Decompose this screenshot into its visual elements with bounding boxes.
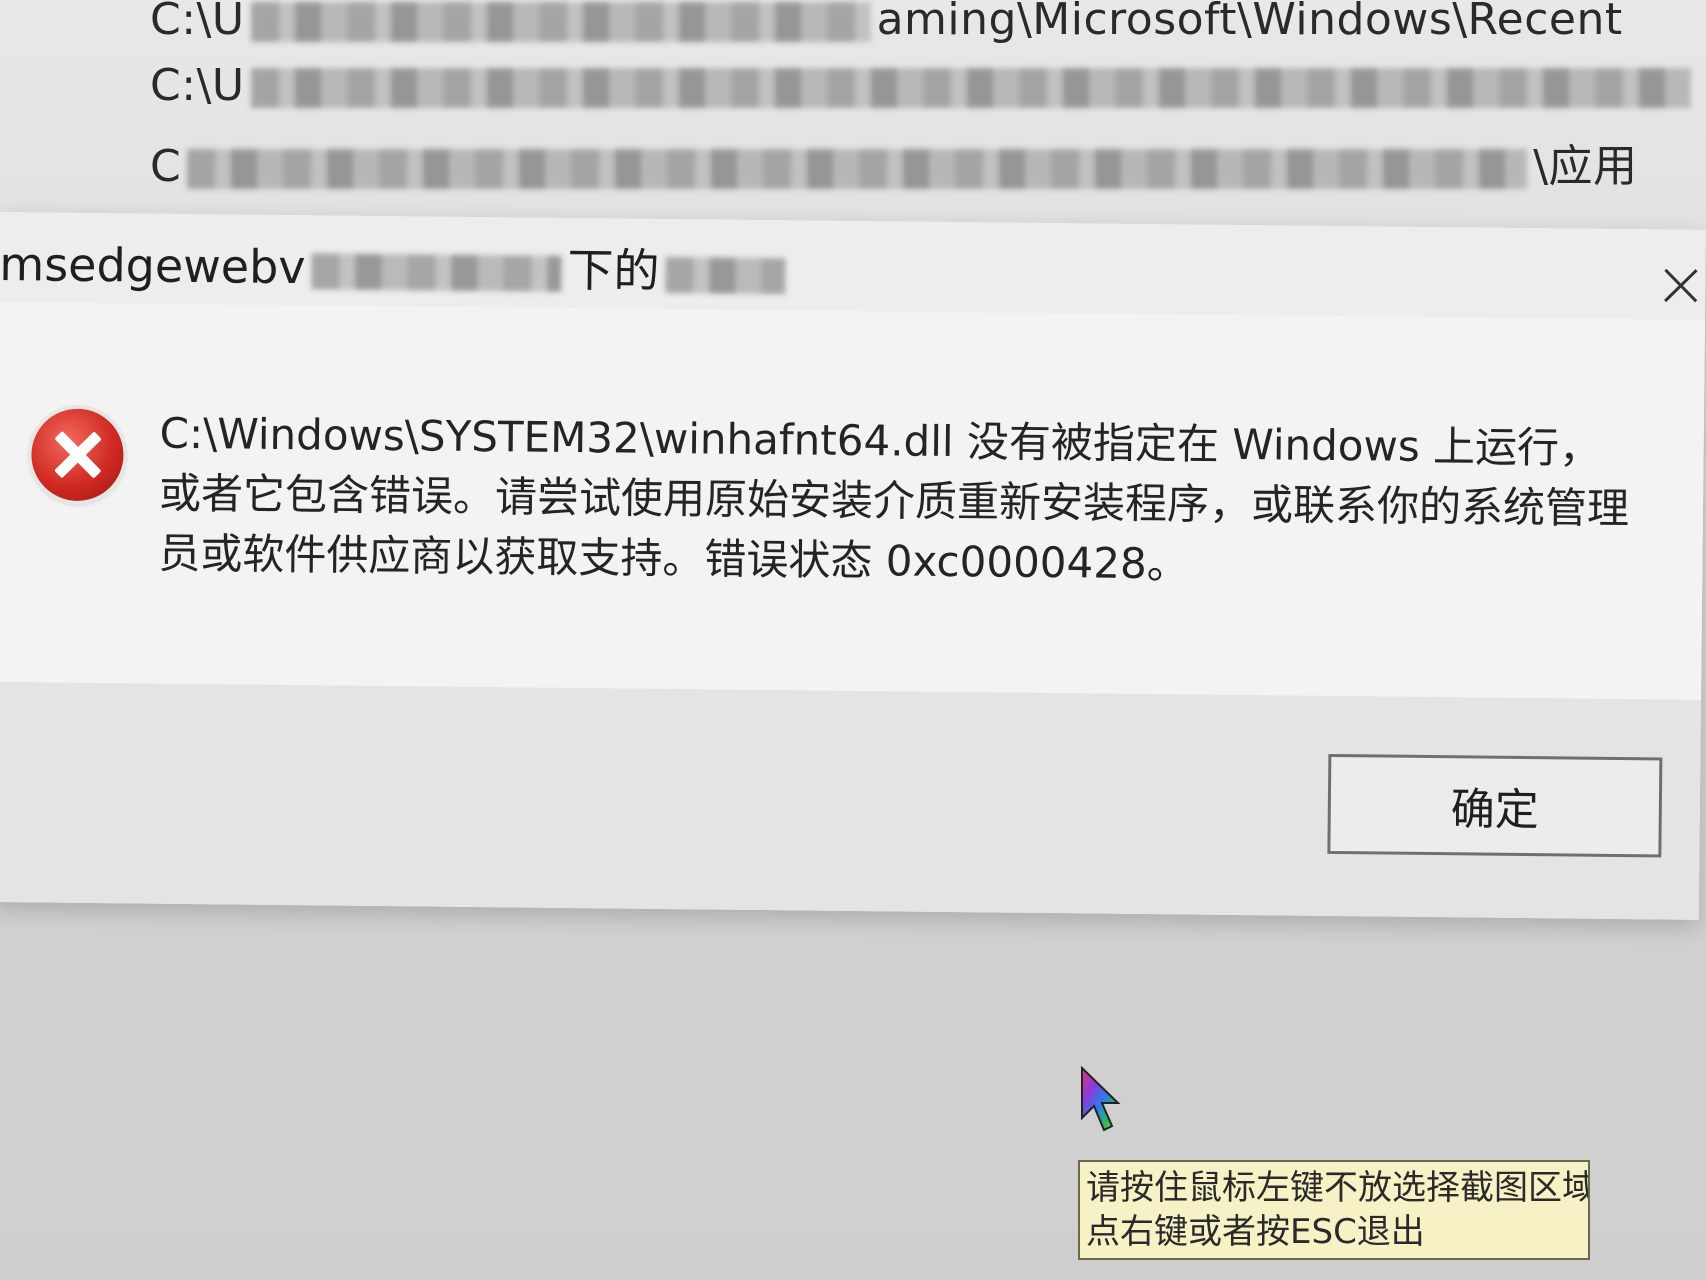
dialog-content: C:\Windows\SYSTEM32\winhafnt64.dll 没有被指定…: [0, 301, 1705, 700]
recent-path-1-prefix: C:\U: [150, 0, 245, 45]
recent-path-3[interactable]: C \应用: [150, 130, 1638, 194]
dialog-button-area: 确定: [0, 681, 1701, 920]
error-dialog: msedgewebv 下的 C:\Windows\SYSTEM32\winhafn…: [0, 212, 1706, 920]
recent-path-1[interactable]: C:\U aming\Microsoft\Windows\Recent: [150, 0, 1623, 45]
background-window: C:\U aming\Microsoft\Windows\Recent C:\U …: [0, 0, 1706, 230]
mouse-cursor-icon: [1081, 1066, 1121, 1132]
recent-path-2[interactable]: C:\U: [150, 60, 1697, 111]
redacted-block: [187, 149, 1528, 189]
recent-path-1-suffix: aming\Microsoft\Windows\Recent: [876, 0, 1623, 45]
recent-path-2-prefix: C:\U: [150, 60, 245, 111]
capture-tooltip: 请按住鼠标左键不放选择截图区域 点右键或者按ESC退出: [1078, 1160, 1590, 1260]
dialog-title-text: msedgewebv: [0, 236, 306, 295]
error-icon: [30, 408, 124, 502]
ok-button[interactable]: 确定: [1327, 753, 1663, 858]
dialog-title-bar[interactable]: msedgewebv 下的: [0, 212, 1706, 320]
capture-tip-line1: 请按住鼠标左键不放选择截图区域: [1086, 1168, 1590, 1208]
close-icon[interactable]: [1659, 263, 1703, 307]
error-message: C:\Windows\SYSTEM32\winhafnt64.dll 没有被指定…: [158, 408, 1630, 589]
redacted-block: [311, 252, 562, 292]
redacted-block: [665, 256, 786, 294]
recent-path-3-prefix: C: [150, 141, 182, 192]
recent-path-3-suffix: \应用: [1533, 141, 1638, 192]
redacted-block: [250, 68, 1691, 108]
dialog-title: msedgewebv 下的: [0, 228, 792, 302]
dialog-title-suffix: 下的: [567, 242, 660, 298]
capture-tip-line2: 点右键或者按ESC退出: [1086, 1212, 1425, 1252]
redacted-block: [250, 2, 871, 42]
